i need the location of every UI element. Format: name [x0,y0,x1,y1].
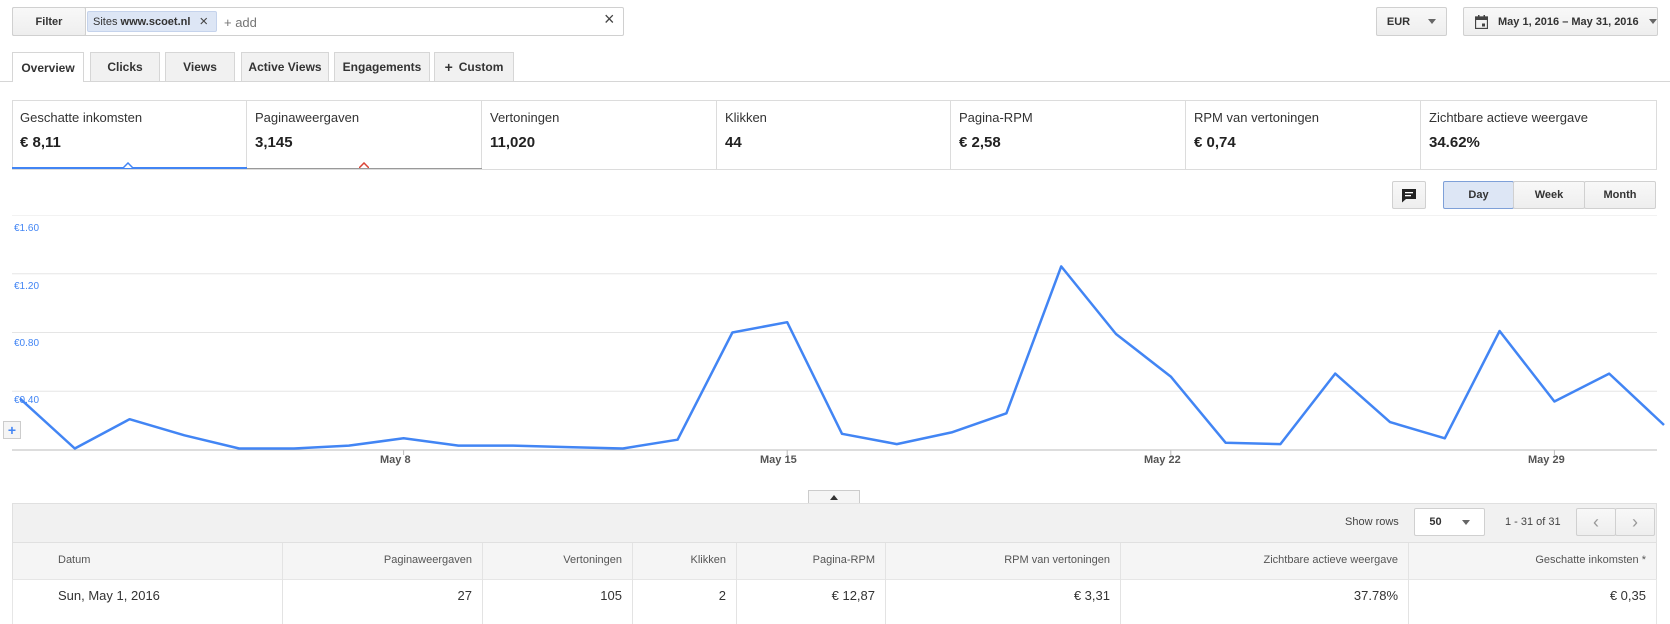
column-divider [282,543,283,624]
chevron-down-icon [1428,19,1437,24]
table-toolbar [12,503,1657,543]
add-annotation-button[interactable]: + [3,421,21,439]
chart-collapse-handle[interactable] [808,490,860,503]
tab-custom[interactable]: + Custom [434,52,514,81]
metric-label: Paginaweergaven [255,110,360,125]
column-header-page-views[interactable]: Paginaweergaven [384,554,472,566]
column-header-date[interactable]: Datum [58,554,90,566]
metric-selected-marker-red [359,162,369,168]
table-cell-page-rpm: € 12,87 [831,588,875,603]
x-axis-tick: May 8 [380,454,411,466]
rows-per-page-value: 50 [1429,516,1442,528]
filter-button[interactable]: Filter [12,7,86,36]
metric-card-active-view-viewable[interactable]: Zichtbare actieve weergave 34.62% [1421,100,1657,170]
column-header-page-rpm[interactable]: Pagina-RPM [813,554,875,566]
metric-card-page-views[interactable]: Paginaweergaven 3,145 [247,100,482,170]
table-cell-clicks: 2 [718,588,726,603]
table-cell-date: Sun, May 1, 2016 [58,588,160,603]
tab-views[interactable]: Views [165,52,235,81]
chevron-down-icon [1648,19,1657,24]
tab-custom-label: Custom [458,60,504,74]
x-axis-tick: May 22 [1144,454,1181,466]
metric-label: Geschatte inkomsten [20,110,143,125]
earnings-line-chart [12,215,1665,455]
metric-label: RPM van vertoningen [1194,110,1320,125]
metric-value: 3,145 [255,134,293,151]
tab-engagements[interactable]: Engagements [334,52,430,81]
comment-icon [1402,188,1416,202]
annotations-button[interactable] [1392,181,1426,209]
column-header-clicks[interactable]: Klikken [691,554,726,566]
rows-per-page-select[interactable]: 50 [1414,508,1485,536]
filter-chip-value: www.scoet.nl [120,15,191,28]
column-divider [885,543,886,624]
table-cell-impression-rpm: € 3,31 [1073,588,1110,603]
y-axis-tick: €1.20 [14,281,40,292]
metric-value: € 2,58 [959,134,1001,151]
metric-selected-bar-red [247,168,482,169]
tab-baseline [0,81,1670,82]
metric-value: € 0,74 [1194,134,1236,151]
filter-chip: Sites www.scoet.nl × [87,11,217,32]
table-cell-impressions: 105 [600,588,622,603]
chip-remove-icon[interactable]: × [199,14,208,29]
x-axis-tick: May 15 [760,454,797,466]
metric-label: Vertoningen [490,110,560,125]
granularity-month-button[interactable]: Month [1584,181,1656,209]
tab-overview[interactable]: Overview [12,52,84,82]
table-cell-estimated-earnings: € 0,35 [1609,588,1646,603]
column-divider [1408,543,1409,624]
column-header-impressions[interactable]: Vertoningen [563,554,622,566]
column-header-active-view-viewable[interactable]: Zichtbare actieve weergave [1263,554,1398,566]
metric-label: Zichtbare actieve weergave [1429,110,1588,125]
show-rows-label: Show rows [1345,516,1399,528]
table-cell-page-views: 27 [457,588,472,603]
metric-card-clicks[interactable]: Klikken 44 [717,100,951,170]
calendar-icon [1475,14,1488,29]
column-divider [1120,543,1121,624]
metric-label: Pagina-RPM [959,110,1033,125]
metric-selected-marker-blue [123,162,133,168]
date-range-picker[interactable]: May 1, 2016 – May 31, 2016 [1463,7,1658,36]
currency-value: EUR [1386,15,1411,28]
next-page-button[interactable]: › [1615,508,1655,536]
metric-card-impression-rpm[interactable]: RPM van vertoningen € 0,74 [1186,100,1421,170]
filter-chip-prefix: Sites [93,15,118,28]
earnings-series-line [19,265,1665,450]
metric-value: 34.62% [1429,134,1480,151]
granularity-week-button[interactable]: Week [1513,181,1585,209]
metric-value: 44 [725,134,742,151]
filter-add-input[interactable] [224,12,564,32]
caret-up-icon [830,494,838,500]
metric-value: € 8,11 [20,134,61,151]
x-axis-tick: May 29 [1528,454,1565,466]
metric-label: Klikken [725,110,767,125]
y-axis-tick: €1.60 [14,223,40,234]
table-cell-active-view-viewable: 37.78% [1353,588,1398,603]
metric-value: 11,020 [490,134,536,151]
plus-icon: + [444,59,453,75]
metric-card-estimated-earnings[interactable]: Geschatte inkomsten € 8,11 [12,100,247,170]
y-axis-tick: €0.80 [14,338,40,349]
column-divider [632,543,633,624]
granularity-day-button[interactable]: Day [1443,181,1514,209]
prev-page-button[interactable]: ‹ [1576,508,1616,536]
tab-active-views[interactable]: Active Views [241,52,329,81]
tab-clicks[interactable]: Clicks [90,52,160,81]
pagination-info: 1 - 31 of 31 [1505,516,1561,528]
column-header-estimated-earnings[interactable]: Geschatte inkomsten * [1535,554,1646,566]
column-header-impression-rpm[interactable]: RPM van vertoningen [1004,554,1110,566]
metric-card-impressions[interactable]: Vertoningen 11,020 [482,100,717,170]
chevron-down-icon [1461,519,1470,525]
column-divider [482,543,483,624]
clear-filter-icon[interactable]: × [604,9,615,30]
column-divider [736,543,737,624]
y-axis-tick: €0.40 [14,395,40,406]
date-range-value: May 1, 2016 – May 31, 2016 [1498,15,1639,28]
metric-card-page-rpm[interactable]: Pagina-RPM € 2,58 [951,100,1186,170]
currency-select[interactable]: EUR [1376,7,1447,36]
